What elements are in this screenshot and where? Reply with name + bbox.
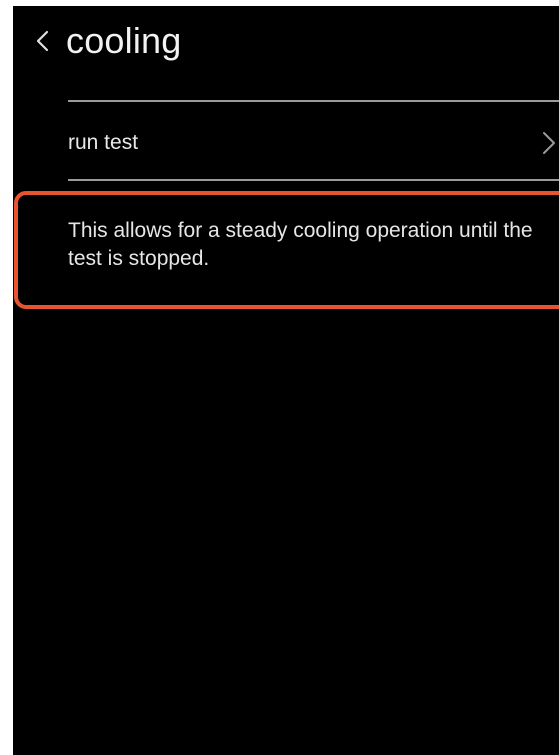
back-button[interactable] — [29, 20, 59, 60]
page-title: cooling — [66, 20, 182, 61]
screen: cooling run test This allows for a stead… — [13, 6, 559, 755]
chevron-right-icon — [543, 132, 555, 154]
run-test-item[interactable]: run test — [68, 103, 559, 178]
header: cooling — [13, 6, 559, 96]
chevron-left-icon — [36, 30, 49, 52]
run-test-label: run test — [68, 131, 139, 154]
description-text: This allows for a steady cooling operati… — [68, 219, 533, 270]
divider — [68, 179, 559, 181]
divider — [68, 100, 559, 102]
